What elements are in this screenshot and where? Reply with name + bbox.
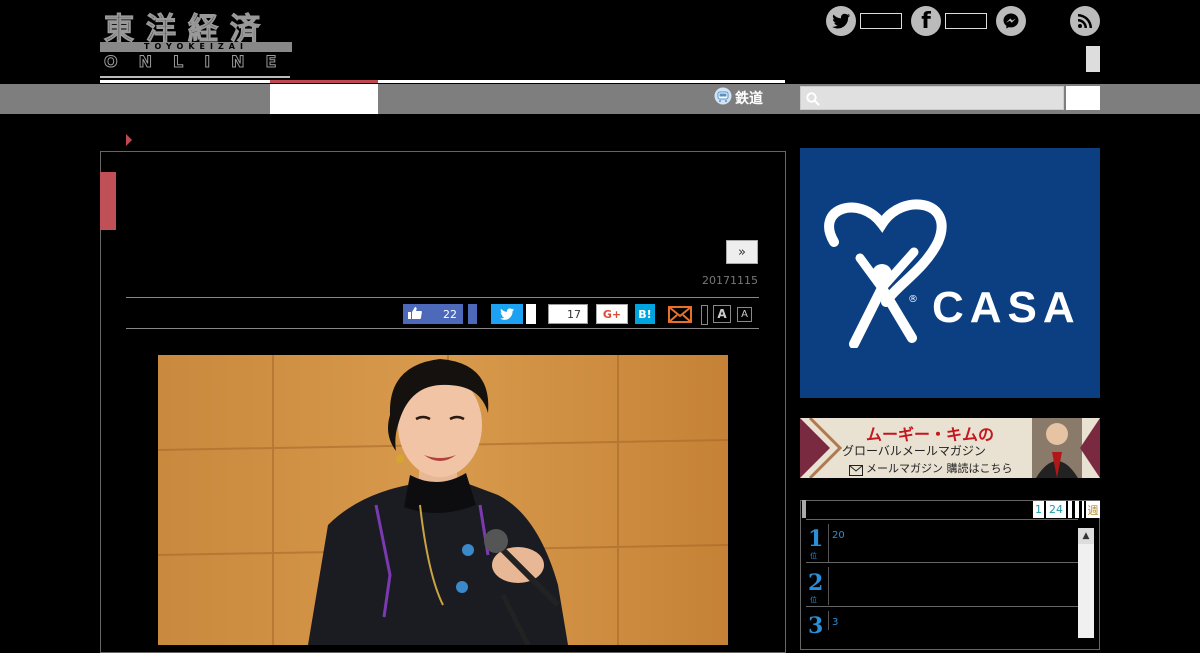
logo-underline <box>100 76 290 78</box>
mail-icon[interactable] <box>668 304 692 324</box>
rank-number-2: 2 <box>808 570 824 596</box>
scroll-up-arrow-icon[interactable]: ▲ <box>1078 528 1094 544</box>
rank-separator <box>828 611 829 630</box>
magazine-ad-subtitle: グローバルメールマガジン <box>842 444 986 458</box>
ranking-tab-24[interactable]: 24 <box>1046 501 1066 518</box>
font-size-large-button[interactable]: A <box>713 305 731 323</box>
tweet-button[interactable] <box>491 304 523 324</box>
twitter-icon <box>500 305 514 324</box>
casa-logo-icon <box>824 199 947 348</box>
twitter-counter <box>860 13 902 29</box>
ranking-tab-4[interactable] <box>1075 501 1079 518</box>
ranking-tab-1[interactable]: 1 <box>1033 501 1044 518</box>
nav-top-line <box>100 80 785 83</box>
rank-suffix-2: 位 <box>810 596 817 604</box>
rank-row-divider <box>806 606 1078 607</box>
rank-number-3: 3 <box>808 613 824 639</box>
ranking-tab-weekly[interactable]: 週 <box>1086 501 1100 518</box>
envelope-icon <box>849 461 863 480</box>
nav-tab-active[interactable] <box>270 84 378 114</box>
ranking-header-marker <box>802 500 806 518</box>
google-plus-button[interactable]: G+ <box>596 304 628 324</box>
divider-top <box>126 297 759 298</box>
rank-suffix-1: 位 <box>810 552 817 560</box>
logo-online[interactable]: ONLINE <box>103 52 297 72</box>
rank-number-1: 1 <box>808 526 824 552</box>
facebook-icon[interactable]: f <box>911 6 941 36</box>
breadcrumb-arrow-icon <box>126 134 132 146</box>
hatena-count: 17 <box>548 304 588 324</box>
rank-row-divider <box>806 562 1078 563</box>
nav-item-rail[interactable]: 鉄道 <box>714 86 763 110</box>
facebook-counter <box>945 13 987 29</box>
rank-item-1-text[interactable]: 20 <box>832 530 845 541</box>
header-menu-button[interactable] <box>1086 46 1100 72</box>
ranking-divider <box>806 519 1078 520</box>
facebook-share-button[interactable] <box>468 304 477 324</box>
ranking-box <box>800 500 1100 650</box>
casa-brand-text: CASA <box>932 283 1081 332</box>
casa-registered: ® <box>908 294 918 305</box>
article-category-tab <box>100 172 116 230</box>
like-count: 22 <box>443 307 457 321</box>
rank-separator <box>828 567 829 605</box>
rank-item-3-text[interactable]: 3 <box>832 617 838 628</box>
search-icon <box>806 91 820 110</box>
font-size-small-button[interactable]: A <box>737 307 752 322</box>
ranking-scrollbar[interactable] <box>1078 528 1094 638</box>
train-icon <box>714 87 732 109</box>
rank-separator <box>828 524 829 562</box>
rss-icon[interactable] <box>1070 6 1100 36</box>
hatena-bookmark-button[interactable]: B! <box>635 304 655 324</box>
nav-item-rail-label: 鉄道 <box>735 91 763 107</box>
print-button[interactable] <box>701 305 708 325</box>
search-button[interactable] <box>1066 86 1100 110</box>
article-date: 20171115 <box>702 274 758 287</box>
magazine-ad-cta: メールマガジン 購読はこちら <box>866 462 1013 475</box>
ranking-tab-5[interactable] <box>1082 501 1084 518</box>
divider-bottom <box>126 328 759 329</box>
search-input[interactable] <box>800 86 1064 110</box>
next-page-button[interactable]: » <box>726 240 758 264</box>
facebook-like-button[interactable]: 22 <box>403 304 463 324</box>
messenger-icon[interactable] <box>996 6 1026 36</box>
nav-active-marker <box>270 80 378 83</box>
thumbs-up-icon <box>408 306 422 322</box>
tweet-count <box>526 304 536 324</box>
twitter-icon[interactable] <box>826 6 856 36</box>
ranking-tab-3[interactable] <box>1068 501 1072 518</box>
article-photo <box>158 355 728 645</box>
casa-ad-banner[interactable]: ® <box>800 148 1100 398</box>
